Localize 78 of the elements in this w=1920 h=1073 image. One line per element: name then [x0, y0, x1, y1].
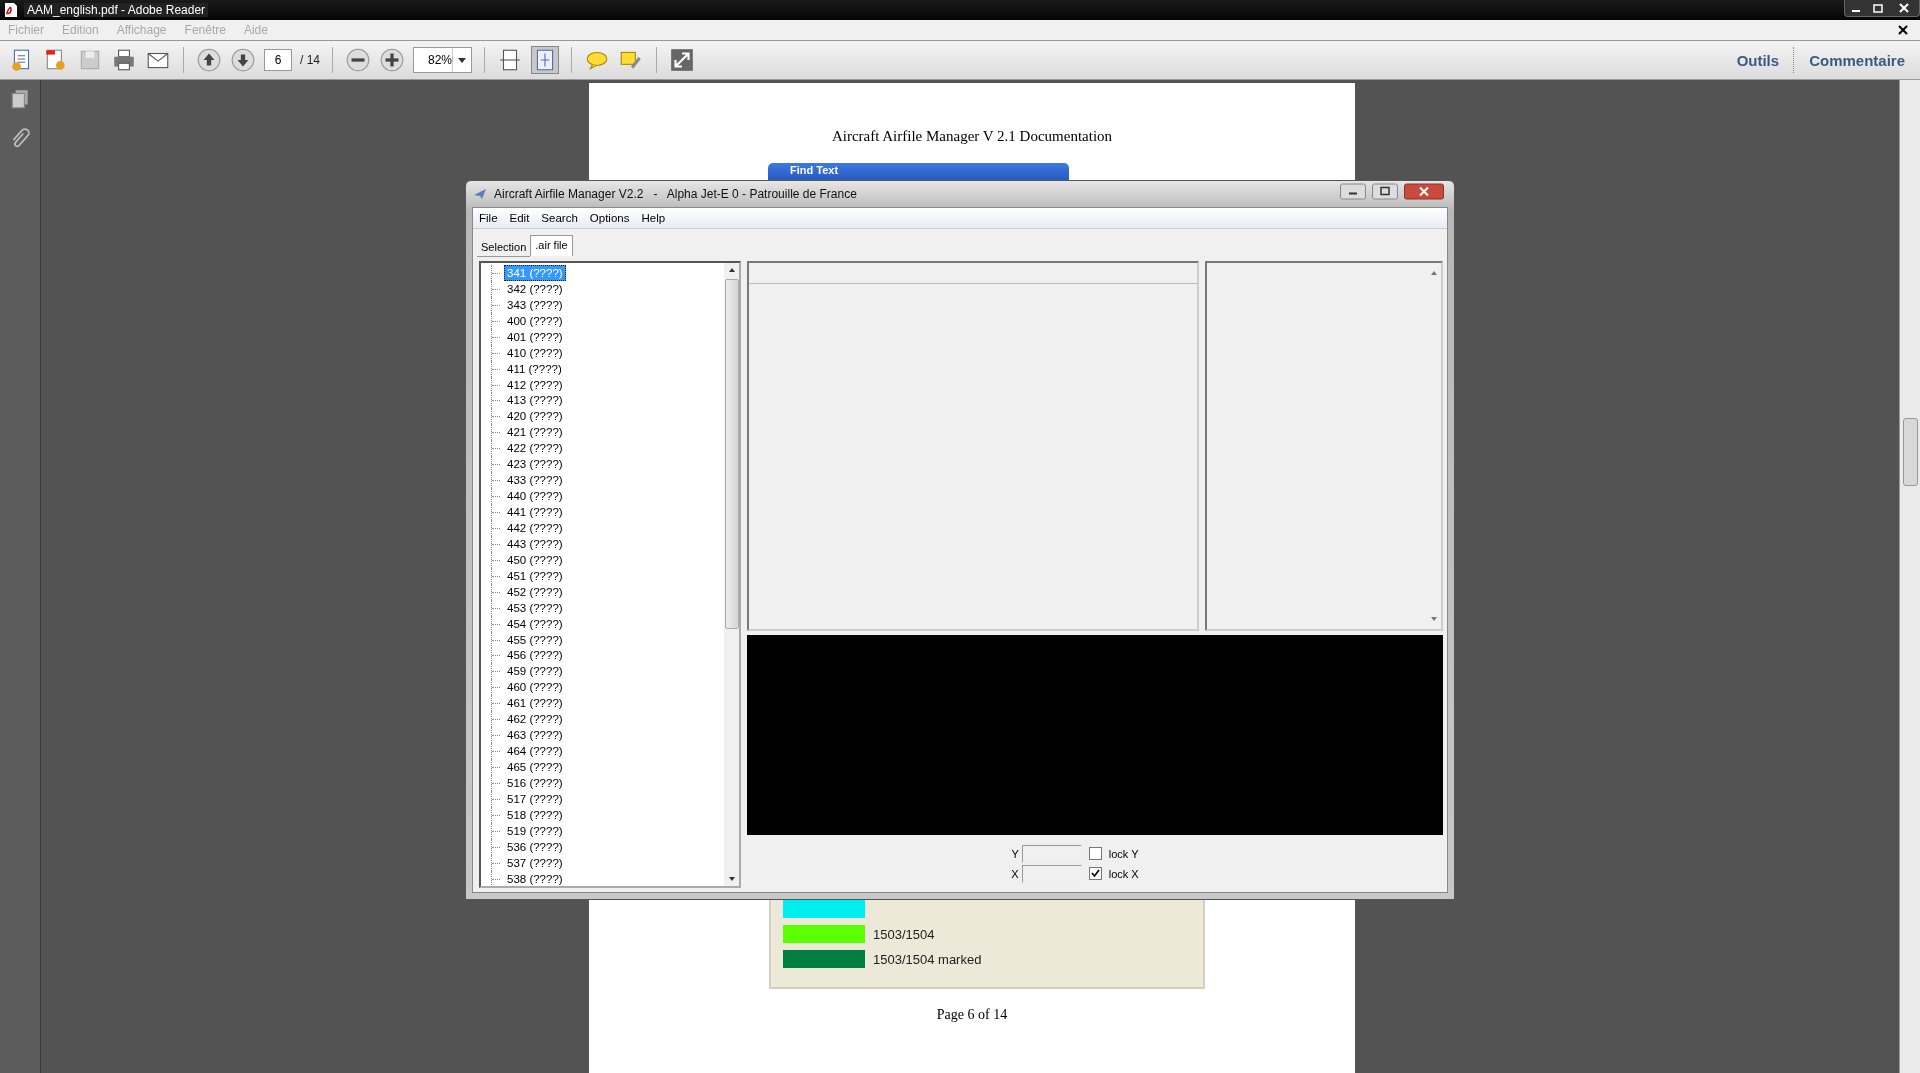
tree-item[interactable]: 460 (????): [504, 679, 566, 696]
tree-item[interactable]: 413 (????): [504, 392, 566, 409]
tree-item[interactable]: 401 (????): [504, 328, 566, 345]
tools-link[interactable]: Outils: [1730, 51, 1786, 69]
scrollbar[interactable]: [724, 263, 739, 886]
coordinate-field[interactable]: [1021, 844, 1082, 863]
print-icon[interactable]: [111, 47, 137, 73]
dialog-title: Find Text: [790, 163, 839, 177]
tree-item[interactable]: 538 (????): [504, 870, 566, 886]
tree-item[interactable]: 452 (????): [504, 583, 566, 600]
tree-item[interactable]: 519 (????): [504, 822, 566, 839]
tree-item[interactable]: 455 (????): [504, 631, 566, 648]
window-title: Aircraft Airfile Manager V2.2 - Alpha Jet-E 0 - Patrouille de France: [494, 187, 857, 201]
menu-item[interactable]: Edit: [509, 212, 530, 224]
page-footer: Page 6 of 14: [936, 1007, 1008, 1023]
scroll-thumb[interactable]: [1903, 418, 1918, 486]
menu-item[interactable]: Options: [589, 212, 630, 224]
axis-label: Y: [1011, 847, 1019, 860]
zoom-out-icon[interactable]: [345, 47, 371, 73]
window-title: AAM_english.pdf - Adobe Reader: [24, 3, 209, 17]
close-icon[interactable]: [1898, 25, 1908, 35]
expand-icon[interactable]: [669, 47, 695, 73]
page-number-field[interactable]: 6: [264, 49, 292, 71]
tree-item[interactable]: 343 (????): [504, 296, 566, 313]
menu-item[interactable]: Search: [541, 212, 578, 224]
tree-item[interactable]: 454 (????): [504, 615, 566, 632]
tree-item[interactable]: 450 (????): [504, 551, 566, 568]
tree-item[interactable]: 518 (????): [504, 806, 566, 823]
tree-item[interactable]: 420 (????): [504, 408, 566, 425]
zoom-dropdown[interactable]: 82%: [413, 47, 472, 73]
tree-item[interactable]: 459 (????): [504, 663, 566, 680]
close-icon[interactable]: [1404, 182, 1444, 200]
tree-item[interactable]: 443 (????): [504, 535, 566, 552]
pages-icon[interactable]: [9, 88, 31, 110]
tree-item[interactable]: 421 (????): [504, 424, 566, 441]
tree-item[interactable]: 517 (????): [504, 790, 566, 807]
tree-item[interactable]: 462 (????): [504, 711, 566, 728]
tree-item[interactable]: 342 (????): [504, 280, 566, 297]
tree-item[interactable]: 410 (????): [504, 344, 566, 361]
tree-item[interactable]: 400 (????): [504, 312, 566, 329]
fit-width-icon[interactable]: [497, 47, 523, 73]
tree-item[interactable]: 441 (????): [504, 504, 566, 521]
checkbox-label: lock X: [1108, 867, 1139, 880]
menu-item[interactable]: Help: [641, 212, 666, 224]
page-count: / 14: [300, 53, 320, 67]
tree-item[interactable]: 451 (????): [504, 567, 566, 584]
zoom-in-icon[interactable]: [379, 47, 405, 73]
menu-item[interactable]: File: [479, 212, 498, 224]
tree-item[interactable]: 412 (????): [504, 376, 566, 393]
tree-item[interactable]: 463 (????): [504, 727, 566, 744]
tree-item[interactable]: 537 (????): [504, 854, 566, 871]
tree-item[interactable]: 464 (????): [504, 743, 566, 760]
tree-item[interactable]: 516 (????): [504, 774, 566, 791]
tree-item[interactable]: 422 (????): [504, 440, 566, 457]
maximize-icon[interactable]: [1372, 182, 1398, 200]
tree-item[interactable]: 456 (????): [504, 647, 566, 664]
tab[interactable]: .air file: [530, 235, 573, 256]
tree-item[interactable]: 461 (????): [504, 695, 566, 712]
checkbox-label: lock Y: [1108, 847, 1139, 860]
document-heading: Aircraft Airfile Manager V 2.1 Documentation: [831, 128, 1113, 145]
legend-label: 1503/1504: [873, 926, 935, 942]
legend-label: 1503/1504 marked: [873, 951, 982, 967]
checkbox[interactable]: [1088, 847, 1102, 860]
axis-label: X: [1011, 867, 1019, 880]
scrollbar[interactable]: [1899, 80, 1920, 1073]
pdf-icon: [4, 2, 18, 18]
tree-item[interactable]: 411 (????): [504, 360, 565, 377]
tree-item[interactable]: 440 (????): [504, 488, 566, 505]
fit-page-icon[interactable]: [531, 46, 559, 74]
tree-item[interactable]: 442 (????): [504, 519, 566, 536]
scroll-thumb[interactable]: [724, 279, 739, 629]
tree-item[interactable]: 453 (????): [504, 599, 566, 616]
comment-link[interactable]: Commentaire: [1803, 51, 1911, 69]
checkbox[interactable]: [1088, 867, 1102, 880]
tree-item[interactable]: 465 (????): [504, 759, 566, 776]
tree-item[interactable]: 536 (????): [504, 838, 566, 855]
tree-item[interactable]: 433 (????): [504, 472, 566, 489]
tree-item[interactable]: 423 (????): [504, 456, 566, 473]
